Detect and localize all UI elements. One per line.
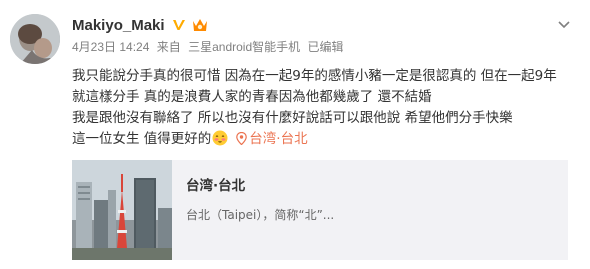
post-text-last-line: 這一位女生 值得更好的 台湾·台北	[72, 129, 580, 150]
edited-label[interactable]: 已编辑	[307, 40, 343, 54]
post-text-line: 就這樣分手 真的是浪費人家的青春因為他都幾歲了 還不結婚	[72, 89, 432, 105]
location-card-title[interactable]: 台湾·台北	[186, 174, 334, 194]
avatar[interactable]	[10, 14, 60, 64]
post-time-link[interactable]: 4月23日 14:24	[72, 40, 149, 54]
post-header: Makiyo_Maki 4月23日 14:24 来自 三星android智能手机…	[72, 14, 580, 58]
post-text-line: 這一位女生 值得更好的	[72, 131, 212, 147]
member-crown-icon[interactable]	[191, 17, 209, 33]
post-text: 我只能說分手真的很可惜 因為在一起9年的感情小豬一定是很認真的 但在一起9年 就…	[72, 66, 580, 150]
post-text-line: 我是跟他沒有聯絡了 所以也沒有什麼好說話可以跟他說 希望他們分手快樂	[72, 110, 513, 126]
source-link[interactable]: 三星android智能手机	[188, 40, 300, 54]
verified-v-badge-icon[interactable]	[171, 17, 187, 33]
location-card-body: 台湾·台北 台北（Taipei），简称“北”...	[172, 160, 334, 260]
chevron-down-icon[interactable]	[556, 16, 572, 32]
location-label: 台湾·台北	[249, 131, 308, 147]
post-meta: 4月23日 14:24 来自 三星android智能手机 已编辑	[72, 38, 580, 55]
blushing-face-emoji-icon	[212, 130, 228, 146]
username-link[interactable]: Makiyo_Maki	[72, 17, 165, 34]
location-card-description: 台北（Taipei），简称“北”...	[186, 208, 335, 222]
location-link[interactable]: 台湾·台北	[236, 131, 308, 147]
taipei-cityscape-image	[72, 160, 172, 260]
post-text-line: 我只能說分手真的很可惜 因為在一起9年的感情小豬一定是很認真的 但在一起9年	[72, 68, 557, 84]
location-card[interactable]: 台湾·台北 台北（Taipei），简称“北”...	[72, 160, 568, 260]
source-prefix: 来自	[156, 40, 181, 54]
